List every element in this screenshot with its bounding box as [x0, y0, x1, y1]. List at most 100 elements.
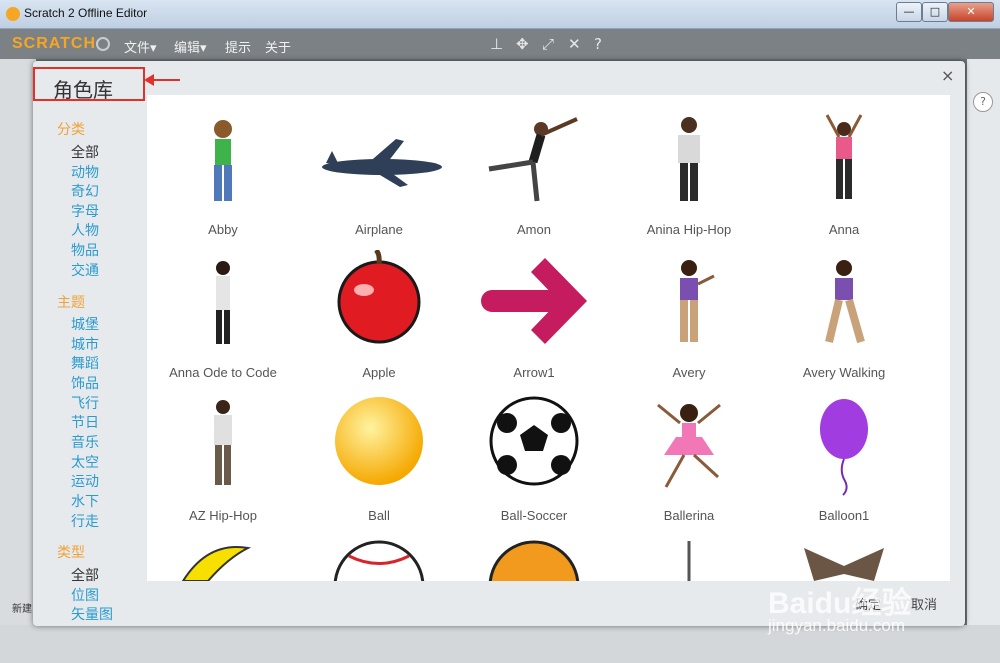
ballerina-thumbnail [657, 403, 721, 488]
sprite-tile-amon[interactable]: Amon [459, 107, 609, 247]
ball-thumbnail [335, 397, 423, 485]
sprite-tile-avery-walking[interactable]: Avery Walking [769, 250, 919, 390]
background-help-icon[interactable]: ? [973, 92, 993, 112]
amon-thumbnail [488, 117, 578, 202]
theme-item[interactable]: 节日 [71, 412, 99, 432]
type-item[interactable]: 位图 [71, 585, 99, 605]
sprite-label: Anna [828, 222, 860, 237]
globe-icon[interactable] [96, 37, 110, 51]
anina-thumbnail [678, 117, 700, 201]
menu-tips[interactable]: 提示 [225, 37, 251, 56]
sprite-tile-bananas[interactable] [148, 536, 298, 581]
sprite-label: Apple [362, 365, 396, 380]
anna-thumbnail [825, 114, 863, 199]
category-item[interactable]: 交通 [71, 260, 99, 280]
sprite-library-dialog: 角色库 × 分类 全部 动物 奇幻 字母 人物 物品 交通 主题 城堡 城市 舞… [33, 61, 965, 626]
arrow1-thumbnail [481, 258, 587, 344]
theme-item[interactable]: 飞行 [71, 393, 99, 413]
sprite-tile-ball[interactable]: Ball [304, 393, 454, 533]
minimize-button[interactable]: — [896, 2, 922, 22]
move-icon[interactable]: ✥ [516, 35, 529, 53]
menu-about[interactable]: 关于 [265, 37, 291, 56]
theme-item[interactable]: 行走 [71, 511, 99, 531]
section-heading-category: 分类 [57, 122, 85, 138]
close-icon[interactable]: × [941, 66, 954, 85]
theme-item[interactable]: 太空 [71, 452, 99, 472]
scratch-logo: SCRATCH [12, 35, 97, 52]
sprite-tile-bat1[interactable] [769, 536, 919, 581]
sprite-label: Amon [517, 222, 551, 237]
bat-thumbnail [687, 541, 691, 581]
sprite-label: Airplane [355, 222, 403, 237]
sprite-tile-baseball[interactable] [304, 536, 454, 581]
sprite-label: Balloon1 [818, 508, 870, 523]
sprite-grid: Abby Airplane Amon Anina Hip-Hop Anna An… [147, 95, 950, 581]
type-item[interactable]: 全部 [71, 565, 99, 585]
close-window-button[interactable]: ✕ [948, 2, 994, 22]
sprite-tile-avery[interactable]: Avery [614, 250, 764, 390]
sprite-tile-arrow1[interactable]: Arrow1 [459, 250, 609, 390]
sprite-label: Abby [208, 222, 238, 237]
baseball-thumbnail [333, 540, 425, 581]
sprite-label: Ball [368, 508, 390, 523]
scratch-cat-icon [6, 7, 20, 21]
menu-edit[interactable]: 编辑▾ [174, 37, 207, 56]
theme-item[interactable]: 舞蹈 [71, 353, 99, 373]
help-icon[interactable]: ? [594, 35, 602, 53]
sprite-tile-anna-ode-to-code[interactable]: Anna Ode to Code [148, 250, 298, 390]
menu-file[interactable]: 文件▾ [124, 37, 157, 56]
new-sprite-label: 新建 [12, 604, 32, 615]
avery-thumbnail [680, 260, 715, 342]
theme-item[interactable]: 运动 [71, 471, 99, 491]
sprite-tile-ballerina[interactable]: Ballerina [614, 393, 764, 533]
sprite-label: Anina Hip-Hop [646, 222, 732, 237]
type-item[interactable]: 矢量图 [71, 604, 113, 624]
stamp-icon[interactable]: ⊥ [490, 35, 503, 53]
basketball-thumbnail [488, 540, 580, 581]
sprite-label: Anna Ode to Code [169, 365, 277, 380]
sprite-tile-basketball[interactable] [459, 536, 609, 581]
category-item[interactable]: 物品 [71, 240, 99, 260]
window-title: Scratch 2 Offline Editor [24, 6, 148, 20]
sprite-tile-apple[interactable]: Apple [304, 250, 454, 390]
sprite-tile-balloon1[interactable]: Balloon1 [769, 393, 919, 533]
airplane-thumbnail [322, 139, 442, 187]
anna-ode-thumbnail [216, 261, 230, 344]
sprite-tile-airplane[interactable]: Airplane [304, 107, 454, 247]
window-titlebar: Scratch 2 Offline Editor — □ ✕ [0, 0, 1000, 29]
theme-item[interactable]: 音乐 [71, 432, 99, 452]
category-item[interactable]: 全部 [71, 142, 99, 162]
category-item[interactable]: 字母 [71, 201, 99, 221]
theme-item[interactable]: 饰品 [71, 373, 99, 393]
sprite-label: Avery [672, 365, 706, 380]
grow-icon[interactable]: ⤢ [542, 35, 554, 53]
background-scripts-panel [967, 59, 1000, 663]
sprite-tile-bat[interactable] [614, 536, 764, 581]
sprite-label: Arrow1 [513, 365, 555, 380]
theme-item[interactable]: 城市 [71, 334, 99, 354]
maximize-button[interactable]: □ [922, 2, 948, 22]
cancel-button[interactable]: 取消 [911, 594, 937, 613]
sprite-tile-ball-soccer[interactable]: Ball-Soccer [459, 393, 609, 533]
theme-item[interactable]: 城堡 [71, 314, 99, 334]
section-heading-type: 类型 [57, 545, 85, 561]
sprite-label: AZ Hip-Hop [189, 508, 257, 523]
category-item[interactable]: 奇幻 [71, 181, 99, 201]
section-heading-theme: 主题 [57, 295, 85, 311]
theme-item[interactable]: 水下 [71, 491, 99, 511]
sprite-tile-az-hip-hop[interactable]: AZ Hip-Hop [148, 393, 298, 533]
sprite-tile-abby[interactable]: Abby [148, 107, 298, 247]
shrink-icon[interactable]: ✕ [568, 35, 581, 53]
category-item[interactable]: 人物 [71, 220, 99, 240]
banana-thumbnail [181, 546, 252, 581]
annotation-arrow [144, 74, 180, 86]
background-stage-panel [0, 59, 36, 663]
category-item[interactable]: 动物 [71, 162, 99, 182]
bat-wings-thumbnail [804, 548, 884, 581]
az-hip-hop-thumbnail [214, 400, 232, 485]
sprite-tile-anna[interactable]: Anna [769, 107, 919, 247]
sprite-tile-anina-hip-hop[interactable]: Anina Hip-Hop [614, 107, 764, 247]
apple-thumbnail [337, 250, 421, 344]
balloon-thumbnail [820, 399, 868, 496]
dialog-title: 角色库 [53, 78, 113, 102]
